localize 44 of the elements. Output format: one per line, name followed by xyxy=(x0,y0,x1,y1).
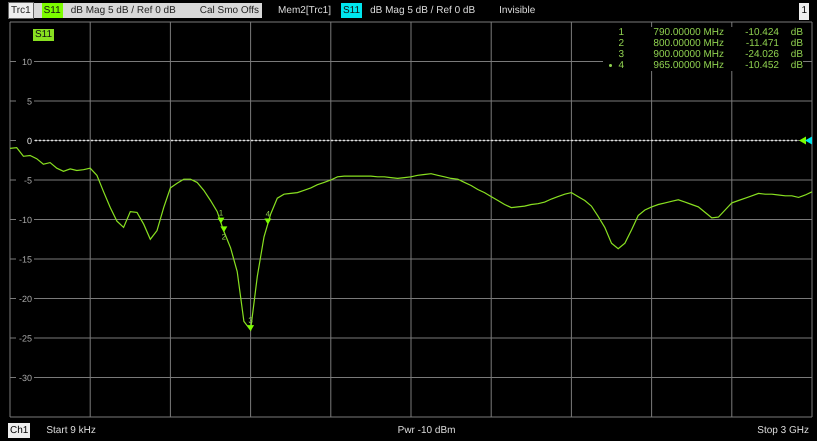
marker-number: 1 xyxy=(617,27,624,38)
window-number: 1 xyxy=(799,3,809,20)
marker-unit: dB xyxy=(790,27,803,38)
trace-flags: Cal Smo Offs xyxy=(200,4,260,18)
trace-format: dB Mag 5 dB / Ref 0 dB xyxy=(70,4,176,18)
marker-frequency: 800.00000 MHz xyxy=(652,38,724,49)
trace-name: Mem2[Trc1] xyxy=(277,4,332,18)
y-tick-label: -15 xyxy=(18,254,32,264)
annotation: 2 xyxy=(222,232,227,242)
y-tick-label: -20 xyxy=(18,294,32,304)
marker-number: 3 xyxy=(617,49,624,60)
marker-frequency: 790.00000 MHz xyxy=(652,27,724,38)
y-tick-label: -10 xyxy=(18,215,32,225)
trace-format: dB Mag 5 dB / Ref 0 dB xyxy=(370,4,476,18)
marker-frequency: 900.00000 MHz xyxy=(652,49,724,60)
trace-flags: Invisible xyxy=(499,4,536,18)
trace-header[interactable]: Trc1 S11 dB Mag 5 dB / Ref 0 dB Cal Smo Offs xyxy=(8,3,262,18)
marker-value: -24.026 xyxy=(744,49,779,60)
y-tick-label: 10 xyxy=(22,57,32,67)
parameter-tag: S11 xyxy=(341,3,362,18)
y-tick-label: 0 xyxy=(26,136,32,146)
y-tick-label: 5 xyxy=(26,96,32,106)
annotation: 1 xyxy=(218,208,224,218)
y-tick-label: -25 xyxy=(18,334,32,344)
parameter-tag: S11 xyxy=(42,3,63,18)
trace-label: S11 xyxy=(33,29,54,41)
start-frequency: Start 9 kHz xyxy=(46,424,96,438)
power-level: Pwr -10 dBm xyxy=(398,424,456,438)
marker-number: 4 xyxy=(617,60,624,71)
marker-frequency: 965.00000 MHz xyxy=(652,60,724,71)
channel-label[interactable]: Ch1 xyxy=(8,423,30,438)
marker-unit: dB xyxy=(790,38,803,49)
annotation: 3 xyxy=(248,316,254,326)
y-tick-label: -30 xyxy=(18,373,32,383)
marker-value: -10.452 xyxy=(744,60,779,71)
stop-frequency: Stop 3 GHz xyxy=(757,424,809,438)
marker-unit: dB xyxy=(790,60,803,71)
marker-value: -11.471 xyxy=(744,38,779,49)
marker-value: -10.424 xyxy=(744,27,779,38)
marker-unit: dB xyxy=(790,49,803,60)
trace-name: Trc1 xyxy=(8,2,34,19)
marker-number: 2 xyxy=(617,38,624,49)
y-tick-label: -5 xyxy=(24,176,32,186)
annotation: 4 xyxy=(266,209,271,218)
